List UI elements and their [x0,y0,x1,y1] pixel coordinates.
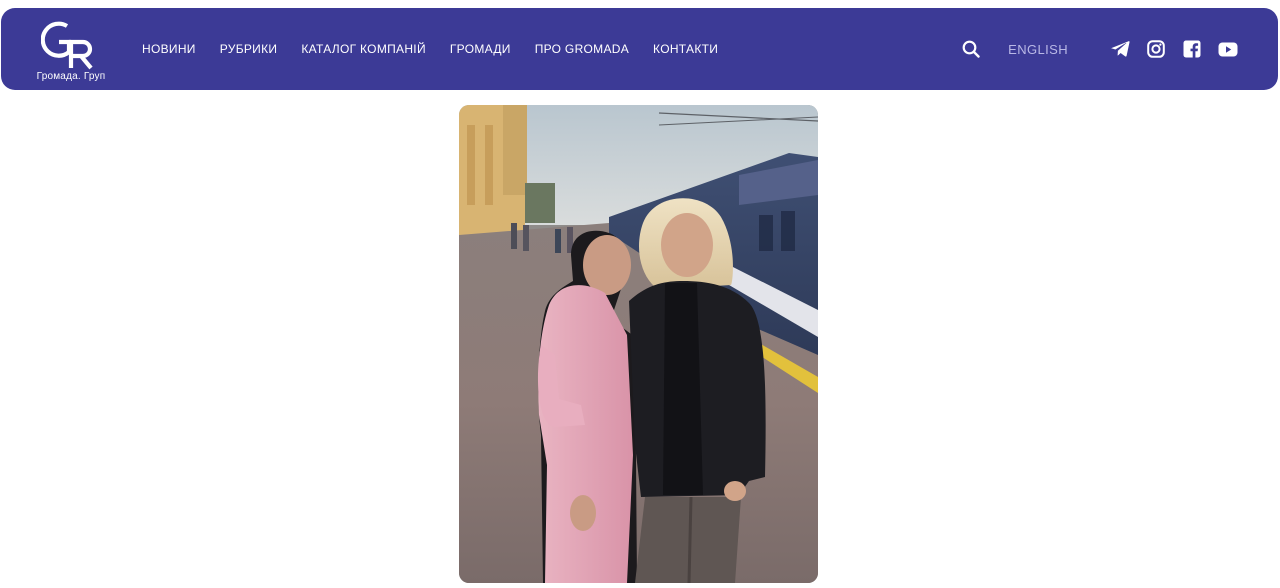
photo-illustration [459,105,818,583]
main-nav: НОВИНИ РУБРИКИ КАТАЛОГ КОМПАНІЙ ГРОМАДИ … [142,8,718,90]
telegram-link[interactable] [1110,39,1130,59]
search-button[interactable] [960,38,982,60]
nav-item-about[interactable]: ПРО GROMADA [535,42,629,56]
search-icon [962,40,980,58]
header-actions: ENGLISH [960,8,1238,90]
instagram-icon [1147,40,1165,58]
nav-item-rubrics[interactable]: РУБРИКИ [220,42,278,56]
logo-caption: Громада. Груп [36,71,106,82]
facebook-link[interactable] [1182,39,1202,59]
youtube-link[interactable] [1218,39,1238,59]
facebook-icon [1183,40,1201,58]
article-photo [459,105,818,583]
nav-item-company-catalog[interactable]: КАТАЛОГ КОМПАНІЙ [301,42,426,56]
language-switch[interactable]: ENGLISH [1008,42,1068,57]
nav-item-contacts[interactable]: КОНТАКТИ [653,42,718,56]
nav-item-communities[interactable]: ГРОМАДИ [450,42,511,56]
instagram-link[interactable] [1146,39,1166,59]
site-header: Громада. Груп НОВИНИ РУБРИКИ КАТАЛОГ КОМ… [1,8,1278,90]
youtube-icon [1218,42,1238,56]
nav-item-news[interactable]: НОВИНИ [142,42,196,56]
telegram-icon [1110,41,1130,57]
logo-mark [41,21,93,70]
site-logo[interactable]: Громада. Груп [31,14,111,86]
